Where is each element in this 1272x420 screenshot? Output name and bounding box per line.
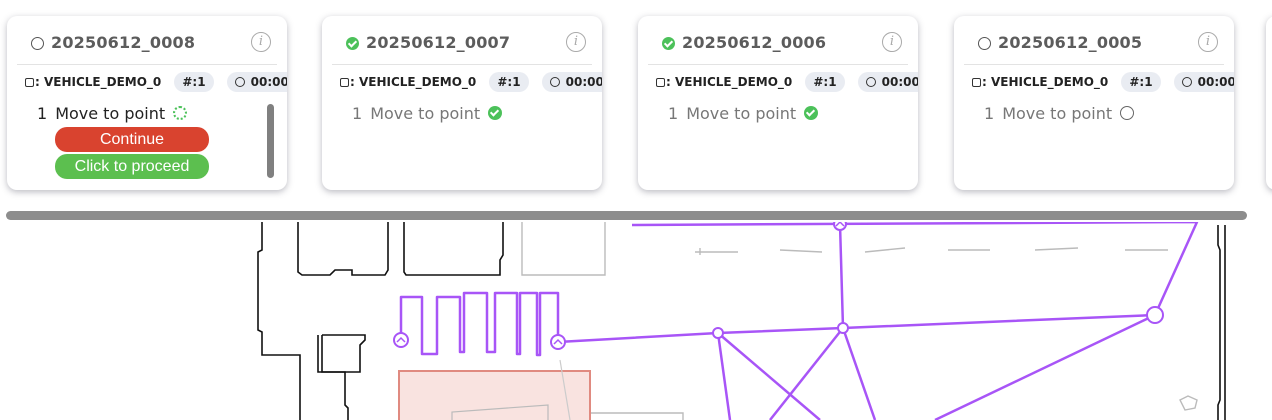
- vehicle-label: : VEHICLE_DEMO_0: [25, 75, 161, 89]
- check-circle-icon: [804, 106, 819, 120]
- mission-card[interactable]: 20250612_0007 i : VEHICLE_DEMO_0 #:1 00:…: [322, 16, 602, 190]
- clock-icon: [1181, 76, 1192, 87]
- map-walls-secondary: [521, 222, 1198, 420]
- vehicle-icon: [25, 77, 34, 87]
- time-pill: 00:00:0: [857, 71, 918, 92]
- count-pill: #:1: [805, 71, 845, 92]
- restricted-zone[interactable]: [398, 370, 591, 420]
- elapsed-time: 00:00:0: [881, 74, 918, 89]
- step-label: Move to point: [55, 104, 166, 123]
- mission-meta: : VEHICLE_DEMO_0 #:1 00:00:1: [340, 71, 602, 93]
- count-pill: #:1: [489, 71, 529, 92]
- step-item: 1 Move to point: [668, 104, 819, 123]
- mission-cards-panel: 20250612_0008 i : VEHICLE_DEMO_0 #:1 00:…: [0, 0, 1272, 222]
- vehicle-icon: [656, 77, 665, 87]
- info-icon[interactable]: i: [882, 32, 902, 52]
- proceed-button[interactable]: Click to proceed: [55, 154, 209, 179]
- card-header: 20250612_0006 i: [648, 30, 908, 65]
- vehicle-icon: [972, 77, 981, 87]
- step-label: Move to point: [370, 104, 481, 123]
- check-circle-icon: [488, 106, 503, 120]
- mission-id: 20250612_0007: [366, 33, 511, 52]
- circle-icon: [31, 37, 44, 50]
- info-icon[interactable]: i: [1198, 32, 1218, 52]
- circle-icon: [1120, 106, 1135, 120]
- count-pill: #:1: [1121, 71, 1161, 92]
- info-icon[interactable]: i: [251, 32, 271, 52]
- card-header: 20250612_0008 i: [17, 30, 277, 65]
- vehicle-name: VEHICLE_DEMO_0: [43, 74, 162, 89]
- step-item: 1 Move to point: [37, 104, 188, 123]
- vehicle-label: : VEHICLE_DEMO_0: [340, 75, 476, 89]
- step-number: 1: [668, 104, 679, 123]
- vehicle-name: VEHICLE_DEMO_0: [674, 74, 793, 89]
- card-header: 20250612_0005 i: [964, 30, 1224, 65]
- check-circle-icon: [662, 37, 675, 50]
- step-label: Move to point: [686, 104, 797, 123]
- vehicle-label: : VEHICLE_DEMO_0: [972, 75, 1108, 89]
- vehicle-label: : VEHICLE_DEMO_0: [656, 75, 792, 89]
- card-header: 20250612_0007 i: [332, 30, 592, 65]
- horizontal-scrollbar[interactable]: [6, 211, 1247, 220]
- step-item: 1 Move to point: [352, 104, 503, 123]
- clock-icon: [549, 76, 560, 87]
- mission-card[interactable]: 20250612_0006 i : VEHICLE_DEMO_0 #:1 00:…: [638, 16, 918, 190]
- mission-meta: : VEHICLE_DEMO_0 #:1 00:00:0: [656, 71, 918, 93]
- mission-card[interactable]: 20250612_0005 i : VEHICLE_DEMO_0 #:1 00:…: [954, 16, 1234, 190]
- card-scrollbar[interactable]: [267, 104, 274, 178]
- step-item: 1 Move to point: [984, 104, 1135, 123]
- time-pill: 00:00:2: [1173, 71, 1234, 92]
- mission-card-partial[interactable]: [1266, 16, 1272, 190]
- info-icon[interactable]: i: [566, 32, 586, 52]
- step-number: 1: [37, 104, 48, 123]
- step-number: 1: [352, 104, 363, 123]
- elapsed-time: 00:00:1: [565, 74, 602, 89]
- time-pill: 00:00:1: [541, 71, 602, 92]
- step-label: Move to point: [1002, 104, 1113, 123]
- mission-card[interactable]: 20250612_0008 i : VEHICLE_DEMO_0 #:1 00:…: [7, 16, 287, 190]
- step-number: 1: [984, 104, 995, 123]
- mission-id: 20250612_0005: [998, 33, 1143, 52]
- mission-meta: : VEHICLE_DEMO_0 #:1 00:00:1: [25, 71, 287, 93]
- loading-spinner-icon: [173, 106, 188, 120]
- time-pill: 00:00:1: [226, 71, 287, 92]
- circle-icon: [978, 37, 991, 50]
- mission-id: 20250612_0006: [682, 33, 827, 52]
- mission-meta: : VEHICLE_DEMO_0 #:1 00:00:2: [972, 71, 1234, 93]
- vehicle-name: VEHICLE_DEMO_0: [990, 74, 1109, 89]
- clock-icon: [865, 76, 876, 87]
- vehicle-name: VEHICLE_DEMO_0: [358, 74, 477, 89]
- vehicle-icon: [340, 77, 349, 87]
- check-circle-icon: [346, 37, 359, 50]
- count-pill: #:1: [174, 71, 214, 92]
- elapsed-time: 00:00:2: [1197, 74, 1234, 89]
- clock-icon: [234, 76, 245, 87]
- elapsed-time: 00:00:1: [250, 74, 287, 89]
- mission-id: 20250612_0008: [51, 33, 196, 52]
- continue-button[interactable]: Continue: [55, 127, 209, 152]
